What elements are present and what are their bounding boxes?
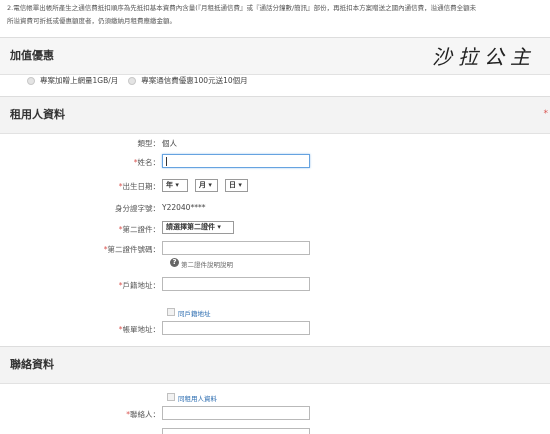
renter-section-header: 租用人資料 * (0, 96, 550, 134)
help-icon[interactable]: ? (170, 258, 179, 267)
notice-line-1: 2.電信帳單出帳所產生之通信費抵扣順序為先抵扣基本資費內含量(『月租抵通信費』或… (7, 4, 477, 12)
promo-option-data-label: 專案加贈上網量1GB/月 (40, 76, 119, 85)
same-address-label[interactable]: 同戶籍地址 (178, 308, 211, 318)
mail-address-input[interactable] (162, 321, 310, 335)
doc2-select[interactable]: 請選擇第二證件 ▾ (162, 221, 234, 234)
birth-day-select[interactable]: 日 ▾ (225, 179, 248, 192)
contact-person-input[interactable] (162, 406, 310, 420)
renter-section-title: 租用人資料 (10, 108, 65, 121)
same-address-checkbox[interactable] (167, 308, 175, 316)
required-marker: * (543, 109, 549, 119)
doc2-help-text[interactable]: 第二證件說明說明 (181, 259, 233, 269)
text-caret (166, 156, 167, 166)
id-value: Y22040**** (162, 203, 206, 212)
promo-option-discount-label: 專案通信費優惠100元送10個月 (141, 76, 248, 85)
household-label: *戶籍地址： (118, 281, 160, 290)
name-input[interactable] (162, 154, 310, 168)
birth-label: *出生日期： (118, 182, 160, 191)
id-label: 身分證字號： (115, 204, 160, 213)
notice-text: 2.電信帳單出帳所產生之通信費抵扣順序為先抵扣基本資費內含量(『月租抵通信費』或… (7, 2, 550, 28)
name-label: *姓名： (133, 158, 160, 167)
promo-option-data[interactable]: 專案加贈上網量1GB/月 (27, 75, 118, 86)
signature-watermark: 沙拉公主 (432, 45, 536, 69)
same-renter-checkbox[interactable] (167, 393, 175, 401)
notice-line-2: 所溢資費可折抵或優惠額度者，仍須繳納月租費應繳金額。 (7, 17, 176, 25)
household-address-input[interactable] (162, 277, 310, 291)
mail-address-label: *帳單地址： (118, 325, 160, 334)
promo-options: 專案加贈上網量1GB/月 專案通信費優惠100元送10個月 (27, 75, 258, 86)
radio-icon[interactable] (27, 76, 35, 85)
promo-section-title: 加值優惠 (10, 49, 54, 62)
promo-option-discount[interactable]: 專案通信費優惠100元送10個月 (128, 75, 248, 86)
contact-section-title: 聯絡資料 (10, 358, 54, 371)
next-field-input[interactable] (162, 428, 310, 434)
type-value: 個人 (162, 139, 177, 148)
birth-month-select[interactable]: 月 ▾ (195, 179, 218, 192)
radio-icon[interactable] (128, 76, 137, 85)
contact-person-label: *聯絡人： (126, 410, 160, 419)
contact-section-header: 聯絡資料 (0, 346, 550, 384)
same-renter-label[interactable]: 同租用人資料 (178, 393, 217, 403)
doc2-no-label: *第二證件號碼： (103, 245, 160, 254)
birth-year-select[interactable]: 年 ▾ (162, 179, 188, 192)
type-label: 類型： (137, 139, 161, 148)
doc2-number-input[interactable] (162, 241, 310, 255)
doc2-label: *第二證件： (118, 225, 160, 234)
